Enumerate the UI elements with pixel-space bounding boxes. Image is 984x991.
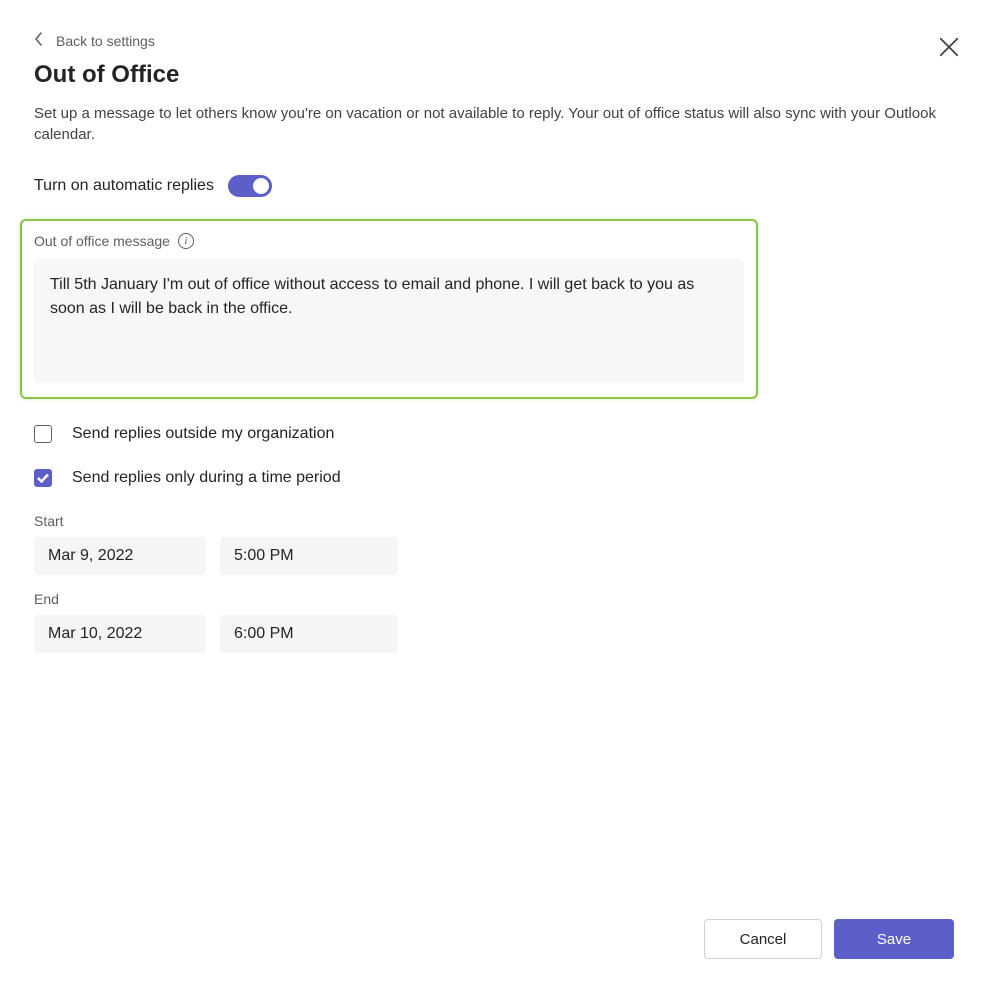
out-of-office-message-input[interactable]: Till 5th January I'm out of office witho… (34, 259, 744, 383)
send-outside-org-checkbox[interactable] (34, 425, 52, 443)
time-period-checkbox[interactable] (34, 469, 52, 487)
info-icon[interactable]: i (178, 233, 194, 249)
end-date-picker[interactable]: Mar 10, 2022 (34, 615, 206, 653)
checkmark-icon (37, 473, 49, 483)
send-outside-org-label: Send replies outside my organization (72, 425, 334, 443)
start-time-picker[interactable]: 5:00 PM (220, 537, 398, 575)
chevron-left-icon (34, 32, 44, 49)
message-field-label: Out of office message (34, 233, 170, 249)
back-to-settings-link[interactable]: Back to settings (34, 32, 155, 49)
toggle-knob (253, 178, 269, 194)
close-icon (938, 36, 960, 58)
automatic-replies-toggle-label: Turn on automatic replies (34, 177, 214, 195)
start-date-picker[interactable]: Mar 9, 2022 (34, 537, 206, 575)
close-button[interactable] (938, 36, 960, 58)
save-button[interactable]: Save (834, 919, 954, 959)
page-title: Out of Office (34, 61, 954, 89)
end-time-picker[interactable]: 6:00 PM (220, 615, 398, 653)
message-highlight-box: Out of office message i Till 5th January… (20, 219, 758, 399)
start-label: Start (34, 513, 954, 529)
cancel-button[interactable]: Cancel (704, 919, 822, 959)
automatic-replies-toggle[interactable] (228, 175, 272, 197)
time-period-label: Send replies only during a time period (72, 469, 341, 487)
page-description: Set up a message to let others know you'… (34, 103, 954, 145)
back-label: Back to settings (56, 33, 155, 49)
end-label: End (34, 591, 954, 607)
